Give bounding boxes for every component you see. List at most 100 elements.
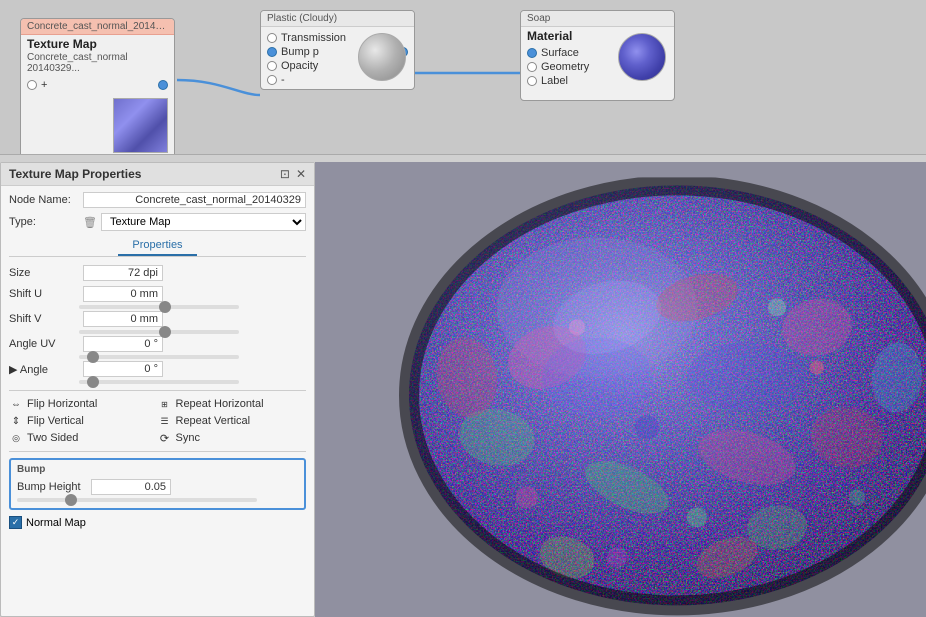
two-sided-icon: ◎: [9, 431, 23, 445]
node-texture-title: Texture Map: [21, 35, 174, 52]
repeat-v-item[interactable]: ☰ Repeat Vertical: [158, 414, 307, 428]
bump-height-slider[interactable]: [17, 498, 257, 502]
flip-h-icon: ⇔: [9, 397, 23, 411]
bump-section-label: Bump: [17, 464, 298, 475]
plastic-port-dot-minus: [267, 75, 277, 85]
repeat-h-item[interactable]: ⊞ Repeat Horizontal: [158, 397, 307, 411]
repeat-h-icon: ⊞: [158, 397, 172, 411]
angle-uv-slider[interactable]: [79, 355, 239, 359]
material-port-dot-surface: [527, 48, 537, 58]
bump-height-label: Bump Height: [17, 481, 87, 493]
two-sided-item[interactable]: ◎ Two Sided: [9, 431, 158, 445]
node-name-label: Node Name:: [9, 194, 79, 206]
bump-height-slider-row: [17, 498, 298, 502]
angle-uv-row: Angle UV: [9, 336, 306, 352]
texture-thumbnail: [113, 98, 168, 153]
properties-panel: Texture Map Properties ⊡ ✕ Node Name: Ty…: [0, 162, 315, 617]
shift-v-row: Shift V: [9, 311, 306, 327]
sync-icon: ⟳: [158, 431, 172, 445]
bump-section: Bump Bump Height: [9, 458, 306, 510]
normal-map-label: Normal Map: [26, 517, 86, 529]
angle-slider-row: [9, 380, 306, 384]
repeat-v-label: Repeat Vertical: [176, 415, 251, 427]
props-title-bar: Texture Map Properties ⊡ ✕: [1, 163, 314, 186]
flip-h-label: Flip Horizontal: [27, 398, 97, 410]
repeat-h-label: Repeat Horizontal: [176, 398, 264, 410]
checkbox-grid: ⇔ Flip Horizontal ⊞ Repeat Horizontal ⇕ …: [9, 397, 306, 445]
material-surface-label: Surface: [541, 47, 579, 59]
node-name-input[interactable]: [83, 192, 306, 208]
angle-row: ▶ Angle: [9, 361, 306, 377]
shift-v-slider-row: [9, 330, 306, 334]
material-port-dot-geometry: [527, 62, 537, 72]
angle-input[interactable]: [83, 361, 163, 377]
props-window-icons: ⊡ ✕: [280, 167, 306, 181]
node-texture-header: Concrete_cast_normal_20140...: [21, 19, 174, 35]
type-label: Type:: [9, 216, 79, 228]
node-texture: Concrete_cast_normal_20140... Texture Ma…: [20, 18, 175, 155]
type-row: Type: 🗑 Texture Map: [9, 213, 306, 231]
flip-v-label: Flip Vertical: [27, 415, 84, 427]
plastic-port-dot-bump: [267, 47, 277, 57]
render-area: [315, 162, 926, 617]
shift-u-slider[interactable]: [79, 305, 239, 309]
angle-uv-label: Angle UV: [9, 338, 79, 350]
plastic-port-dot-opacity: [267, 61, 277, 71]
flip-v-icon: ⇕: [9, 414, 23, 428]
sync-item[interactable]: ⟳ Sync: [158, 431, 307, 445]
stone-svg: [397, 177, 926, 617]
node-material-header: Soap: [521, 11, 674, 27]
material-port-dot-label: [527, 76, 537, 86]
angle-uv-slider-thumb: [87, 351, 99, 363]
size-input[interactable]: [83, 265, 163, 281]
material-label-label: Label: [541, 75, 568, 87]
angle-uv-input[interactable]: [83, 336, 163, 352]
tabs-row: Properties: [9, 236, 306, 257]
two-sided-label: Two Sided: [27, 432, 78, 444]
angle-slider-thumb: [87, 376, 99, 388]
plastic-transmission-label: Transmission: [281, 32, 346, 44]
angle-label: ▶ Angle: [9, 363, 79, 376]
tab-properties[interactable]: Properties: [118, 236, 196, 256]
flip-v-item[interactable]: ⇕ Flip Vertical: [9, 414, 158, 428]
node-name-row: Node Name:: [9, 192, 306, 208]
angle-uv-slider-row: [9, 355, 306, 359]
props-close-icon[interactable]: ✕: [296, 167, 306, 181]
plastic-minus-label: -: [281, 74, 285, 86]
size-row: Size: [9, 265, 306, 281]
shift-v-input[interactable]: [83, 311, 163, 327]
node-plastic: Plastic (Cloudy) Transmission Bump p Opa…: [260, 10, 415, 90]
node-texture-subtitle: Concrete_cast_normal 20140329...: [21, 52, 174, 76]
plastic-thumbnail: [358, 33, 406, 81]
shift-u-slider-thumb: [159, 301, 171, 313]
shift-u-row: Shift U: [9, 286, 306, 302]
normal-map-checkbox[interactable]: ✓: [9, 516, 22, 529]
type-select[interactable]: Texture Map: [101, 213, 306, 231]
size-label: Size: [9, 267, 79, 279]
node-graph: Concrete_cast_normal_20140... Texture Ma…: [0, 0, 926, 155]
repeat-v-icon: ☰: [158, 414, 172, 428]
material-geometry-label: Geometry: [541, 61, 589, 73]
shift-v-slider[interactable]: [79, 330, 239, 334]
shift-u-label: Shift U: [9, 288, 79, 300]
angle-slider[interactable]: [79, 380, 239, 384]
texture-port-dot-out: [158, 80, 168, 90]
plastic-bump-label: Bump p: [281, 46, 319, 58]
props-restore-icon[interactable]: ⊡: [280, 167, 290, 181]
shift-u-input[interactable]: [83, 286, 163, 302]
props-body: Node Name: Type: 🗑 Texture Map Propertie…: [1, 186, 314, 535]
texture-port-dot-in: [27, 80, 37, 90]
trash-icon[interactable]: 🗑: [83, 216, 97, 229]
node-plastic-header: Plastic (Cloudy): [261, 11, 414, 27]
normal-map-row: ✓ Normal Map: [9, 516, 306, 529]
divider-2: [9, 451, 306, 452]
shift-v-label: Shift V: [9, 313, 79, 325]
bump-height-row: Bump Height: [17, 479, 298, 495]
flip-h-item[interactable]: ⇔ Flip Horizontal: [9, 397, 158, 411]
material-thumbnail: [618, 33, 666, 81]
shift-u-slider-row: [9, 305, 306, 309]
texture-port-out: +: [21, 78, 174, 92]
bump-height-slider-thumb: [65, 494, 77, 506]
bump-height-input[interactable]: [91, 479, 171, 495]
plastic-port-dot-transmission: [267, 33, 277, 43]
